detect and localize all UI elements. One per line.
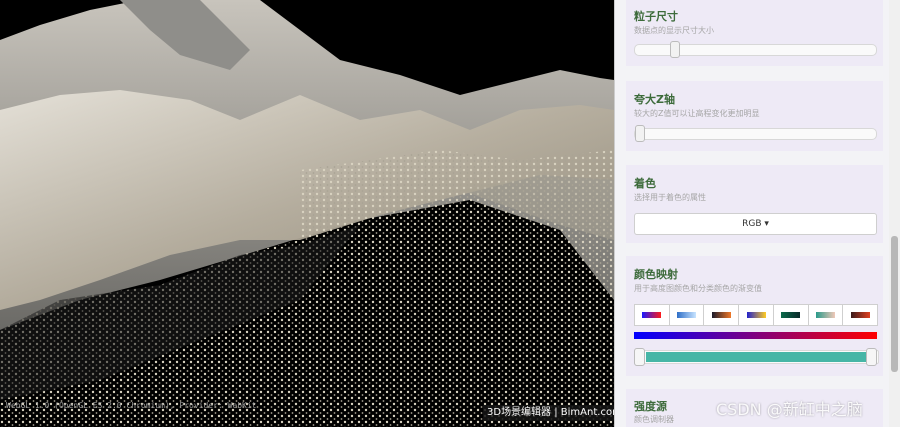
color-map-swatch[interactable]: [634, 304, 670, 326]
color-map-range-fill: [646, 352, 867, 362]
point-size-title: 粒子尺寸: [634, 10, 678, 23]
color-map-swatch[interactable]: [772, 304, 809, 326]
settings-panel: 粒子尺寸 数据点的显示尺寸大小 夸大Z轴 较大的Z值可以让高程变化更加明显 着色…: [614, 0, 900, 427]
color-map-range-high-handle[interactable]: [866, 348, 877, 366]
point-cloud-render: [0, 0, 614, 427]
coloring-title: 着色: [634, 177, 656, 190]
color-map-swatch[interactable]: [703, 304, 740, 326]
watermark-text: CSDN @新缸中之脑: [716, 400, 863, 419]
z-exaggeration-desc: 较大的Z值可以让高程变化更加明显: [634, 109, 760, 118]
z-exaggeration-slider[interactable]: [634, 125, 877, 142]
point-cloud-viewport[interactable]: WebGL 1.0 (OpenGL ES 2.0 Chromium), Prov…: [0, 0, 614, 427]
color-map-gradient-bar: [634, 332, 877, 339]
z-exaggeration-card: 夸大Z轴 较大的Z值可以让高程变化更加明显: [626, 81, 883, 151]
point-size-desc: 数据点的显示尺寸大小: [634, 26, 714, 35]
panel-scrollbar[interactable]: [889, 0, 900, 427]
color-map-swatch[interactable]: [668, 304, 705, 326]
color-map-title: 颜色映射: [634, 268, 678, 281]
webgl-info-text: WebGL 1.0 (OpenGL ES 2.0 Chromium), Prov…: [6, 401, 257, 410]
z-exaggeration-slider-handle[interactable]: [635, 125, 645, 142]
z-exaggeration-title: 夸大Z轴: [634, 93, 675, 106]
point-size-slider-handle[interactable]: [669, 41, 680, 58]
dark-orange-gradient-icon: [711, 312, 731, 318]
intensity-source-title: 强度源: [634, 400, 667, 413]
panel-scrollbar-thumb[interactable]: [891, 236, 898, 372]
coloring-dropdown[interactable]: RGB ▾: [634, 213, 877, 235]
intensity-source-desc: 颜色调制器: [634, 415, 674, 424]
color-map-card: 颜色映射 用于高度图颜色和分类颜色的渐变值: [626, 256, 883, 376]
coloring-card: 着色 选择用于着色的属性 RGB ▾: [626, 165, 883, 243]
brand-label[interactable]: 3D场景编辑器 | BimAnt.com: [483, 405, 614, 421]
coloring-desc: 选择用于着色的属性: [634, 193, 706, 202]
dark-red-gradient-icon: [850, 312, 870, 318]
color-map-range-low-handle[interactable]: [634, 348, 645, 366]
color-map-swatch-row: [634, 304, 879, 326]
color-map-desc: 用于高度图颜色和分类颜色的渐变值: [634, 284, 762, 293]
point-size-slider[interactable]: [634, 41, 877, 58]
blue-red-gradient-icon: [642, 312, 662, 318]
point-size-card: 粒子尺寸 数据点的显示尺寸大小: [626, 0, 883, 66]
teal-salmon-gradient-icon: [815, 312, 835, 318]
blue-white-gradient-icon: [677, 312, 697, 318]
color-map-swatch[interactable]: [807, 304, 844, 326]
green-dark-gradient-icon: [781, 312, 801, 318]
blue-yellow-gradient-icon: [746, 312, 766, 318]
color-map-swatch[interactable]: [842, 304, 879, 326]
color-map-swatch[interactable]: [738, 304, 774, 326]
color-map-range-slider[interactable]: [634, 348, 879, 366]
